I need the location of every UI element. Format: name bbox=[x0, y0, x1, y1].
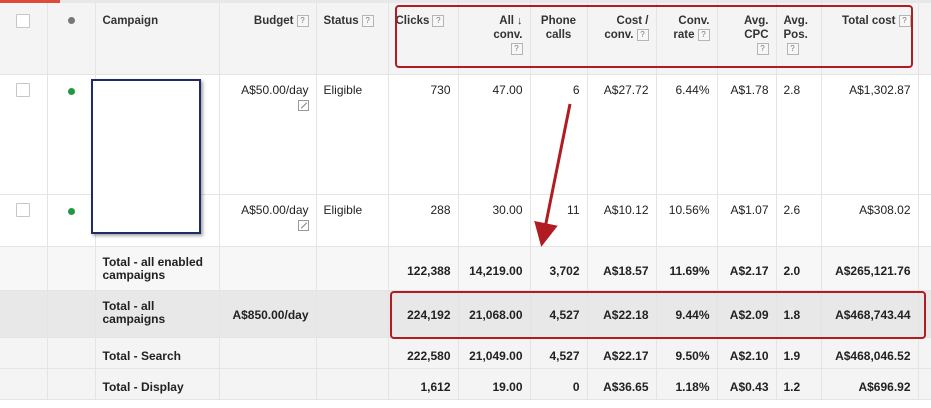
annotation-arrow bbox=[534, 103, 572, 247]
arrow-line bbox=[534, 103, 572, 247]
